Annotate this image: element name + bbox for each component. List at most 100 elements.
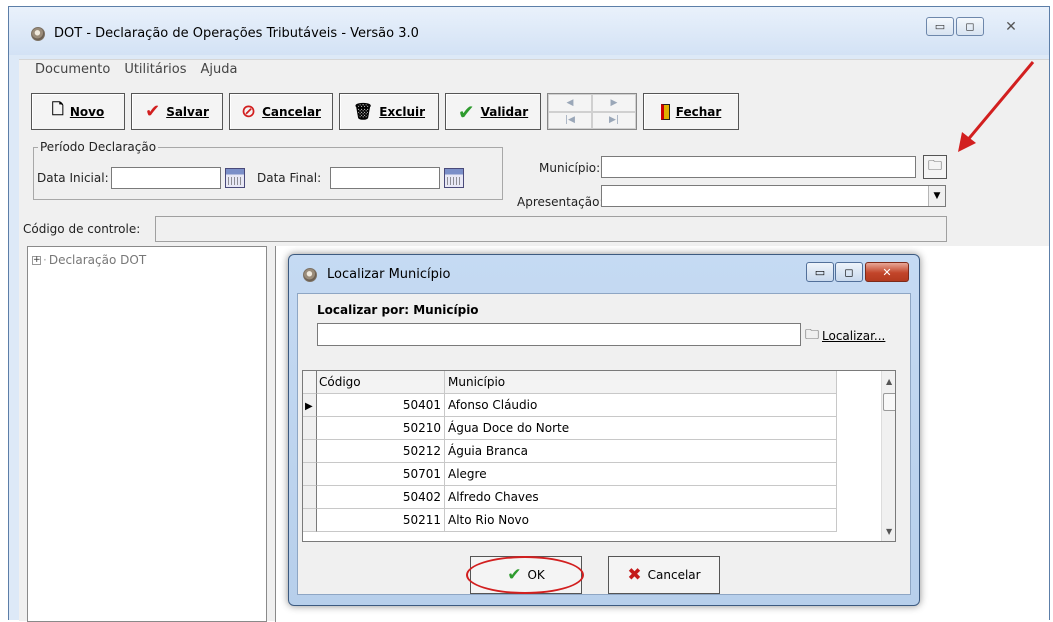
table-row[interactable]: 50402 Alfredo Chaves <box>303 486 837 509</box>
cancelar-dialog-button[interactable]: ✖ Cancelar <box>608 556 720 594</box>
municipio-input[interactable] <box>601 156 916 178</box>
apresentacao-select[interactable]: ▼ <box>601 185 946 207</box>
table-row[interactable]: 50211 Alto Rio Novo <box>303 509 837 532</box>
toolbar: 🗋 Novo ✔ Salvar ⊘ Cancelar 🗑 Excluir ✔ V… <box>31 93 747 130</box>
dialog-app-icon <box>303 268 317 282</box>
search-by-label: Localizar por: Município <box>317 303 479 317</box>
ok-highlight-ellipse <box>466 556 584 594</box>
localizar-municipio-dialog: Localizar Município ▭ ◻ ✕ Localizar por:… <box>288 254 920 606</box>
current-row-arrow-icon: ▶ <box>305 401 313 412</box>
column-header-codigo[interactable]: Código <box>317 371 445 394</box>
cell-codigo[interactable]: 50701 <box>317 463 445 486</box>
red-arrow-annotation <box>958 61 1035 152</box>
excluir-button[interactable]: 🗑 Excluir <box>339 93 439 130</box>
codigo-input[interactable] <box>155 216 947 242</box>
dialog-body: Localizar por: Município 🗀 Localizar... … <box>297 293 911 595</box>
cell-codigo[interactable]: 50401 <box>317 394 445 417</box>
chevron-down-icon: ▼ <box>928 186 945 206</box>
expand-plus-icon[interactable]: + <box>32 255 41 265</box>
record-navigation: ◀ ▶ |◀ ▶| <box>547 93 637 130</box>
municipios-grid: Código Município ▶ 50401 Afonso Cláudio … <box>302 370 896 542</box>
menu-ajuda[interactable]: Ajuda <box>201 62 238 82</box>
column-header-municipio[interactable]: Município <box>445 371 837 394</box>
green-check-icon: ✔ <box>457 99 475 124</box>
app-icon <box>31 27 45 41</box>
novo-button[interactable]: 🗋 Novo <box>31 93 125 130</box>
browse-folder-icon: 🗀 <box>805 327 819 343</box>
nav-last-button[interactable]: ▶| <box>592 111 636 129</box>
search-input[interactable] <box>317 323 801 346</box>
last-record-icon: ▶| <box>609 115 619 126</box>
municipio-label: Município: <box>539 161 601 175</box>
triangle-right-icon: ▶ <box>610 97 618 108</box>
menu-documento[interactable]: Documento <box>35 62 110 82</box>
nav-prev-button[interactable]: ◀ <box>548 94 592 112</box>
dialog-maximize-button[interactable]: ◻ <box>835 262 863 282</box>
calendar-icon[interactable] <box>225 168 245 188</box>
cell-municipio[interactable]: Afonso Cláudio <box>445 394 837 417</box>
table-row[interactable]: ▶ 50401 Afonso Cláudio <box>303 394 837 417</box>
cell-codigo[interactable]: 50211 <box>317 509 445 532</box>
row-indicator <box>303 417 317 440</box>
calendar-icon[interactable] <box>444 168 464 188</box>
grid-scrollbar[interactable]: ▲ ▼ <box>881 371 895 541</box>
cell-municipio[interactable]: Água Doce do Norte <box>445 417 837 440</box>
validar-button[interactable]: ✔ Validar <box>445 93 541 130</box>
close-icon: ✕ <box>1005 18 1017 35</box>
nav-first-button[interactable]: |◀ <box>548 111 592 129</box>
menu-utilitarios[interactable]: Utilitários <box>124 62 186 82</box>
table-row[interactable]: 50701 Alegre <box>303 463 837 486</box>
table-row[interactable]: 50212 Águia Branca <box>303 440 837 463</box>
salvar-button[interactable]: ✔ Salvar <box>131 93 223 130</box>
cell-codigo[interactable]: 50210 <box>317 417 445 440</box>
data-final-input[interactable] <box>330 167 440 189</box>
dialog-close-button[interactable]: ✕ <box>865 262 909 282</box>
cell-codigo[interactable]: 50212 <box>317 440 445 463</box>
cell-codigo[interactable]: 50402 <box>317 486 445 509</box>
close-button[interactable]: ✕ <box>988 17 1034 36</box>
codigo-label: Código de controle: <box>23 222 141 236</box>
table-row[interactable]: 50210 Água Doce do Norte <box>303 417 837 440</box>
scroll-down-arrow-icon[interactable]: ▼ <box>886 527 892 536</box>
fechar-button[interactable]: Fechar <box>643 93 739 130</box>
new-document-icon: 🗋 <box>51 100 64 118</box>
scroll-thumb[interactable] <box>883 393 895 411</box>
checkmark-icon: ✔ <box>145 101 161 122</box>
cell-municipio[interactable]: Alto Rio Novo <box>445 509 837 532</box>
periodo-legend: Período Declaração <box>40 140 157 154</box>
localizar-button[interactable]: 🗀 Localizar... <box>805 326 885 346</box>
maximize-icon: ◻ <box>965 20 975 33</box>
tree-panel: + · Declaração DOT <box>27 246 267 622</box>
cell-municipio[interactable]: Alegre <box>445 463 837 486</box>
row-indicator <box>303 486 317 509</box>
maximize-button[interactable]: ◻ <box>956 17 984 36</box>
minimize-icon: ▭ <box>814 265 826 279</box>
exit-door-icon <box>660 103 670 120</box>
row-indicator: ▶ <box>303 394 317 417</box>
cell-municipio[interactable]: Alfredo Chaves <box>445 486 837 509</box>
data-inicial-label: Data Inicial: <box>37 171 109 185</box>
browse-folder-icon: 🗀 <box>928 158 942 174</box>
minimize-icon: ▭ <box>934 20 946 33</box>
first-record-icon: |◀ <box>565 115 575 126</box>
cancelar-button[interactable]: ⊘ Cancelar <box>229 93 333 130</box>
dialog-minimize-button[interactable]: ▭ <box>806 262 834 282</box>
cancel-circle-icon: ⊘ <box>241 101 257 122</box>
grid-header: Código Município <box>303 371 837 394</box>
arrow-line <box>964 61 1035 143</box>
municipio-browse-button[interactable]: 🗀 <box>923 155 947 179</box>
minimize-button[interactable]: ▭ <box>926 17 954 36</box>
row-indicator <box>303 463 317 486</box>
tree-item-declaracao[interactable]: + · Declaração DOT <box>32 253 146 267</box>
data-final-label: Data Final: <box>257 171 322 185</box>
nav-next-button[interactable]: ▶ <box>592 94 636 112</box>
cell-municipio[interactable]: Águia Branca <box>445 440 837 463</box>
title-bar[interactable]: DOT - Declaração de Operações Tributávei… <box>9 7 1049 55</box>
data-inicial-input[interactable] <box>111 167 221 189</box>
apresentacao-label: Apresentação: <box>517 195 604 209</box>
trash-icon: 🗑 <box>352 102 374 121</box>
dialog-button-bar: ✔ OK ✖ Cancelar <box>298 556 912 596</box>
row-indicator <box>303 440 317 463</box>
dialog-title: Localizar Município <box>327 267 451 282</box>
scroll-up-arrow-icon[interactable]: ▲ <box>886 377 892 386</box>
